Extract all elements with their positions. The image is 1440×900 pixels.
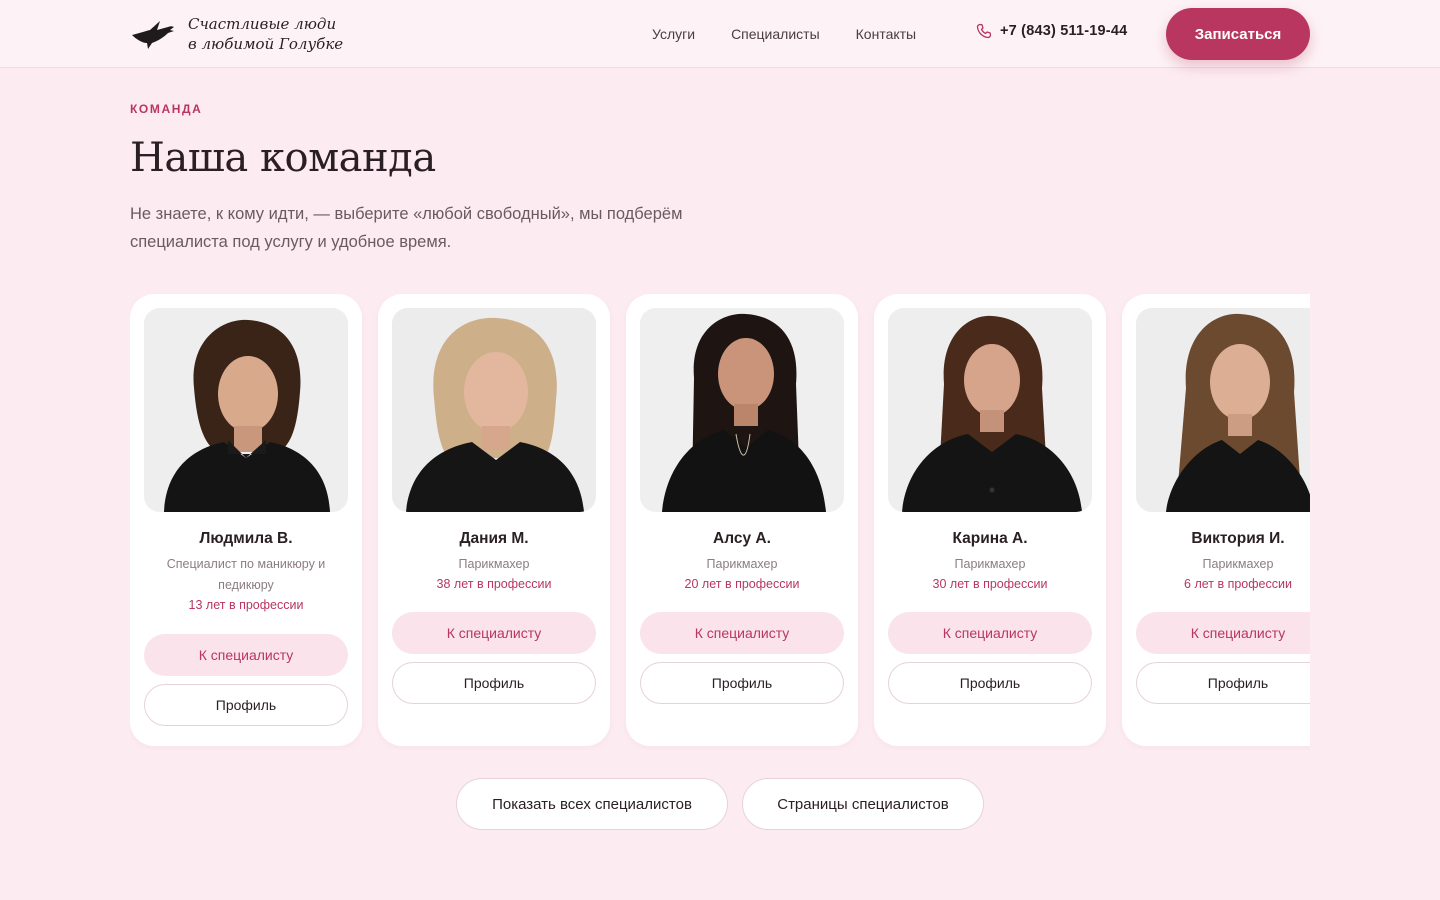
specialist-name: Алсу А. [713, 530, 771, 547]
site-header: Счастливые люди в любимой Голубке Услуги… [0, 0, 1440, 68]
specialist-name: Людмила В. [199, 530, 293, 547]
bottom-actions: Показать всех специалистов Страницы спец… [456, 778, 984, 830]
specialist-experience: 13 лет в профессии [188, 598, 304, 612]
portrait-image [144, 308, 348, 512]
to-specialist-button[interactable]: К специалисту [888, 612, 1092, 654]
specialist-card: Людмила В. Специалист по маникюру и педи… [130, 294, 362, 746]
to-specialist-button[interactable]: К специалисту [392, 612, 596, 654]
specialist-role: Парикмахер [458, 557, 530, 571]
dove-logo-icon [132, 21, 174, 49]
profile-button[interactable]: Профиль [392, 662, 596, 704]
phone-link[interactable]: +7 (843) 511-19-44 [976, 23, 1127, 39]
specialist-photo[interactable] [640, 308, 844, 512]
nav-link-contacts[interactable]: Контакты [856, 24, 916, 44]
specialist-name: Виктория И. [1191, 530, 1285, 547]
nav-link-specialists[interactable]: Специалисты [731, 24, 820, 44]
portrait-image [392, 308, 596, 512]
portrait-image [888, 308, 1092, 512]
profile-button[interactable]: Профиль [144, 684, 348, 726]
specialist-photo[interactable] [392, 308, 596, 512]
specialist-experience: 30 лет в профессии [932, 577, 1048, 591]
specialist-experience: 20 лет в профессии [684, 577, 800, 591]
logo-line-1: Счастливые люди [188, 15, 337, 33]
main-nav: Услуги Специалисты Контакты [652, 24, 916, 44]
specialist-photo[interactable] [1136, 308, 1310, 512]
to-specialist-button[interactable]: К специалисту [640, 612, 844, 654]
specialist-role: Парикмахер [954, 557, 1026, 571]
phone-icon [976, 23, 992, 39]
specialist-role: Парикмахер [1202, 557, 1274, 571]
logo[interactable]: Счастливые люди в любимой Голубке [130, 12, 343, 56]
nav-link-services[interactable]: Услуги [652, 24, 695, 44]
specialist-experience: 6 лет в профессии [1184, 577, 1292, 591]
profile-button[interactable]: Профиль [640, 662, 844, 704]
specialist-name: Дания М. [459, 530, 529, 547]
section-subtitle: Не знаете, к кому идти, — выберите «любо… [130, 205, 683, 251]
specialist-card: Дания М. Парикмахер 38 лет в профессии К… [378, 294, 610, 746]
specialist-card: Алсу А. Парикмахер 20 лет в профессии К … [626, 294, 858, 746]
logo-text: Счастливые люди в любимой Голубке [188, 14, 343, 54]
to-specialist-button[interactable]: К специалисту [1136, 612, 1310, 654]
specialist-name: Карина А. [952, 530, 1028, 547]
specialists-track: Людмила В. Специалист по маникюру и педи… [130, 294, 1310, 746]
profile-button[interactable]: Профиль [888, 662, 1092, 704]
portrait-image [640, 308, 844, 512]
specialist-experience: 38 лет в профессии [436, 577, 552, 591]
specialist-pages-button[interactable]: Страницы специалистов [742, 778, 984, 830]
specialists-carousel[interactable]: Людмила В. Специалист по маникюру и педи… [130, 294, 1310, 750]
to-specialist-button[interactable]: К специалисту [144, 634, 348, 676]
portrait-image [1136, 308, 1310, 512]
specialist-photo[interactable] [888, 308, 1092, 512]
specialist-card: Виктория И. Парикмахер 6 лет в профессии… [1122, 294, 1310, 746]
logo-line-2: в любимой Голубке [188, 35, 344, 53]
section-eyebrow: КОМАНДА [130, 102, 203, 116]
phone-number: +7 (843) 511-19-44 [1000, 23, 1128, 39]
specialist-role: Парикмахер [706, 557, 778, 571]
specialist-role: Специалист по маникюру и педикюру [166, 557, 326, 592]
specialist-photo[interactable] [144, 308, 348, 512]
book-button[interactable]: Записаться [1166, 8, 1310, 60]
page-title: Наша команда [130, 135, 436, 181]
show-all-specialists-button[interactable]: Показать всех специалистов [456, 778, 728, 830]
specialist-card: Карина А. Парикмахер 30 лет в профессии … [874, 294, 1106, 746]
profile-button[interactable]: Профиль [1136, 662, 1310, 704]
